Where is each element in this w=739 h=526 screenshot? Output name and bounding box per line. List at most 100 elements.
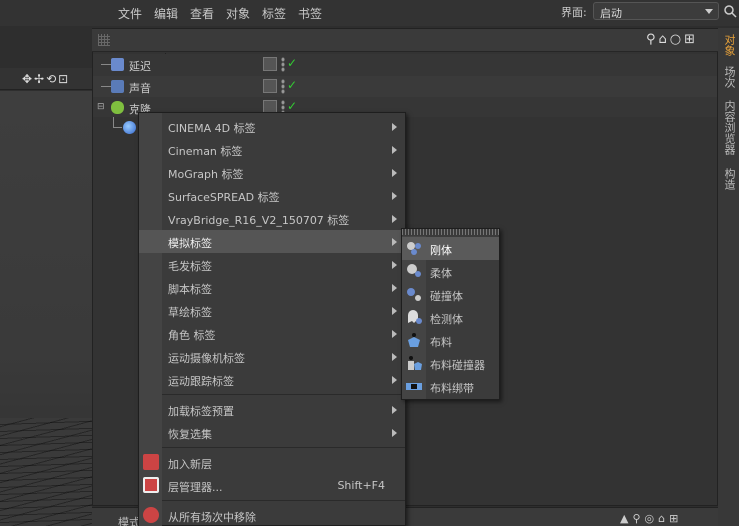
search-icon[interactable]: ⚲ <box>646 32 659 47</box>
submenu-arrow-icon <box>392 330 397 338</box>
submenu-arrow-icon <box>392 284 397 292</box>
submenu-item-label: 布料绑带 <box>430 382 474 395</box>
tab-content-browser[interactable]: 内容浏览器 <box>720 100 737 155</box>
submenu-item-soft-body[interactable]: 柔体 <box>402 260 499 283</box>
bottom-tool-icons[interactable]: ▲⚲◎⌂⊞ <box>620 512 682 525</box>
submenu-item-rigid-body[interactable]: 刚体 <box>402 237 499 260</box>
menu-tags[interactable]: 标签 <box>262 5 286 22</box>
tab-structure[interactable]: 构造 <box>720 168 737 190</box>
tab-objects[interactable]: 对象 <box>720 34 737 56</box>
submenu-arrow-icon <box>392 146 397 154</box>
menu-item-label: 模拟标签 <box>168 237 212 250</box>
home-icon[interactable]: ⌂ <box>659 32 670 47</box>
menu-separator <box>162 447 405 448</box>
submenu-item-ghost[interactable]: 检测体 <box>402 306 499 329</box>
collider-body-icon <box>407 288 421 301</box>
ghost-icon <box>408 310 422 324</box>
menu-item-add-new-layer[interactable]: 加入新层 <box>139 451 405 474</box>
enabled-check-icon[interactable]: ✓ <box>287 56 297 70</box>
submenu-item-label: 刚体 <box>430 244 452 257</box>
rigid-body-icon <box>407 242 421 255</box>
menu-item-label: 恢复选集 <box>168 428 212 441</box>
menu-item-motion-tracking-tags[interactable]: 运动跟踪标签 <box>139 368 405 391</box>
new-panel-icon[interactable]: ⊞ <box>684 32 698 47</box>
menu-item-label: VrayBridge_R16_V2_150707 标签 <box>168 214 350 227</box>
menu-item-script-tags[interactable]: 脚本标签 <box>139 276 405 299</box>
render-dots-icon[interactable] <box>281 79 285 94</box>
menu-item-motion-camera-tags[interactable]: 运动摄像机标签 <box>139 345 405 368</box>
render-dots-icon[interactable] <box>281 57 285 72</box>
menu-item-remove-from-all-takes[interactable]: 从所有场次中移除 <box>139 504 405 526</box>
menu-item-character-tags[interactable]: 角色 标签 <box>139 322 405 345</box>
object-name: 延迟 <box>129 60 151 73</box>
submenu-grip[interactable] <box>402 229 499 235</box>
menu-item-label: 毛发标签 <box>168 260 212 273</box>
menu-item-layer-manager[interactable]: 层管理器... Shift+F4 <box>139 474 405 497</box>
menu-item-label: 层管理器... <box>168 481 223 494</box>
viewport-nav-icons[interactable]: ✥✢⟲⊡ <box>22 72 70 86</box>
om-menubar <box>92 29 718 52</box>
sphere-icon <box>123 121 136 134</box>
submenu-arrow-icon <box>392 123 397 131</box>
menu-view[interactable]: 查看 <box>190 5 214 22</box>
menu-item-hair-tags[interactable]: 毛发标签 <box>139 253 405 276</box>
enabled-check-icon[interactable]: ✓ <box>287 78 297 92</box>
layout-select-value: 启动 <box>600 7 622 20</box>
object-row[interactable]: 延迟 ✓ <box>93 54 717 76</box>
menu-item-label: 脚本标签 <box>168 283 212 296</box>
menu-item-vraybridge-tags[interactable]: VrayBridge_R16_V2_150707 标签 <box>139 207 405 230</box>
tree-line <box>113 117 114 127</box>
sound-effector-icon <box>111 80 124 93</box>
menu-item-label: 加载标签预置 <box>168 405 234 418</box>
enabled-check-icon[interactable]: ✓ <box>287 99 297 113</box>
search-icon[interactable] <box>723 4 737 18</box>
menu-file[interactable]: 文件 <box>118 5 142 22</box>
menu-edit[interactable]: 编辑 <box>154 5 178 22</box>
menu-object[interactable]: 对象 <box>226 5 250 22</box>
menu-item-label: Cineman 标签 <box>168 145 243 158</box>
submenu-arrow-icon <box>392 429 397 437</box>
menu-item-sketch-tags[interactable]: 草绘标签 <box>139 299 405 322</box>
viewport-grid-floor <box>0 418 92 526</box>
submenu-item-cloth[interactable]: 布料 <box>402 329 499 352</box>
c4d-window: 界面: 启动 ✥✢⟲⊡ 文件 编辑 查看 对象 标签 书签 ⚲⌂○⊞ 延迟 ✓ … <box>0 0 739 526</box>
visibility-icon[interactable] <box>263 79 277 93</box>
submenu-arrow-icon <box>392 192 397 200</box>
menu-item-restore-selection[interactable]: 恢复选集 <box>139 421 405 444</box>
menu-separator <box>162 394 405 395</box>
submenu-item-label: 柔体 <box>430 267 452 280</box>
submenu-item-collider-body[interactable]: 碰撞体 <box>402 283 499 306</box>
menu-bookmarks[interactable]: 书签 <box>298 5 322 22</box>
menu-item-label: CINEMA 4D 标签 <box>168 122 256 135</box>
menu-item-cineman-tags[interactable]: Cineman 标签 <box>139 138 405 161</box>
menu-item-shortcut: Shift+F4 <box>337 479 385 492</box>
menu-item-simulation-tags[interactable]: 模拟标签 <box>139 230 405 253</box>
menu-item-label: 运动摄像机标签 <box>168 352 245 365</box>
layout-label: 界面: <box>561 6 587 19</box>
submenu-item-cloth-belt[interactable]: 布料绑带 <box>402 375 499 398</box>
menu-item-label: 运动跟踪标签 <box>168 375 234 388</box>
layout-select[interactable]: 启动 <box>593 2 719 20</box>
tree-line <box>101 86 111 87</box>
menu-item-surfacespread-tags[interactable]: SurfaceSPREAD 标签 <box>139 184 405 207</box>
tree-line <box>113 127 122 128</box>
menu-item-label: 草绘标签 <box>168 306 212 319</box>
menu-item-label: 角色 标签 <box>168 329 216 342</box>
cloth-icon <box>408 333 420 347</box>
submenu-item-label: 碰撞体 <box>430 290 463 303</box>
menu-item-load-tag-preset[interactable]: 加载标签预置 <box>139 398 405 421</box>
object-row[interactable]: 声音 ✓ <box>93 76 717 98</box>
collapse-icon[interactable]: ⊟ <box>97 102 105 112</box>
delay-effector-icon <box>111 58 124 71</box>
grip-icon[interactable] <box>98 34 110 46</box>
visibility-icon[interactable] <box>263 57 277 71</box>
menu-item-label: 从所有场次中移除 <box>168 511 256 524</box>
circle-icon[interactable]: ○ <box>670 32 684 47</box>
menu-item-cinema4d-tags[interactable]: CINEMA 4D 标签 <box>139 115 405 138</box>
tab-takes[interactable]: 场次 <box>720 66 737 88</box>
menu-item-mograph-tags[interactable]: MoGraph 标签 <box>139 161 405 184</box>
submenu-item-cloth-collider[interactable]: 布料碰撞器 <box>402 352 499 375</box>
mode-label[interactable]: 模式 <box>118 514 140 526</box>
submenu-arrow-icon <box>392 215 397 223</box>
om-tool-icons[interactable]: ⚲⌂○⊞ <box>646 32 698 47</box>
